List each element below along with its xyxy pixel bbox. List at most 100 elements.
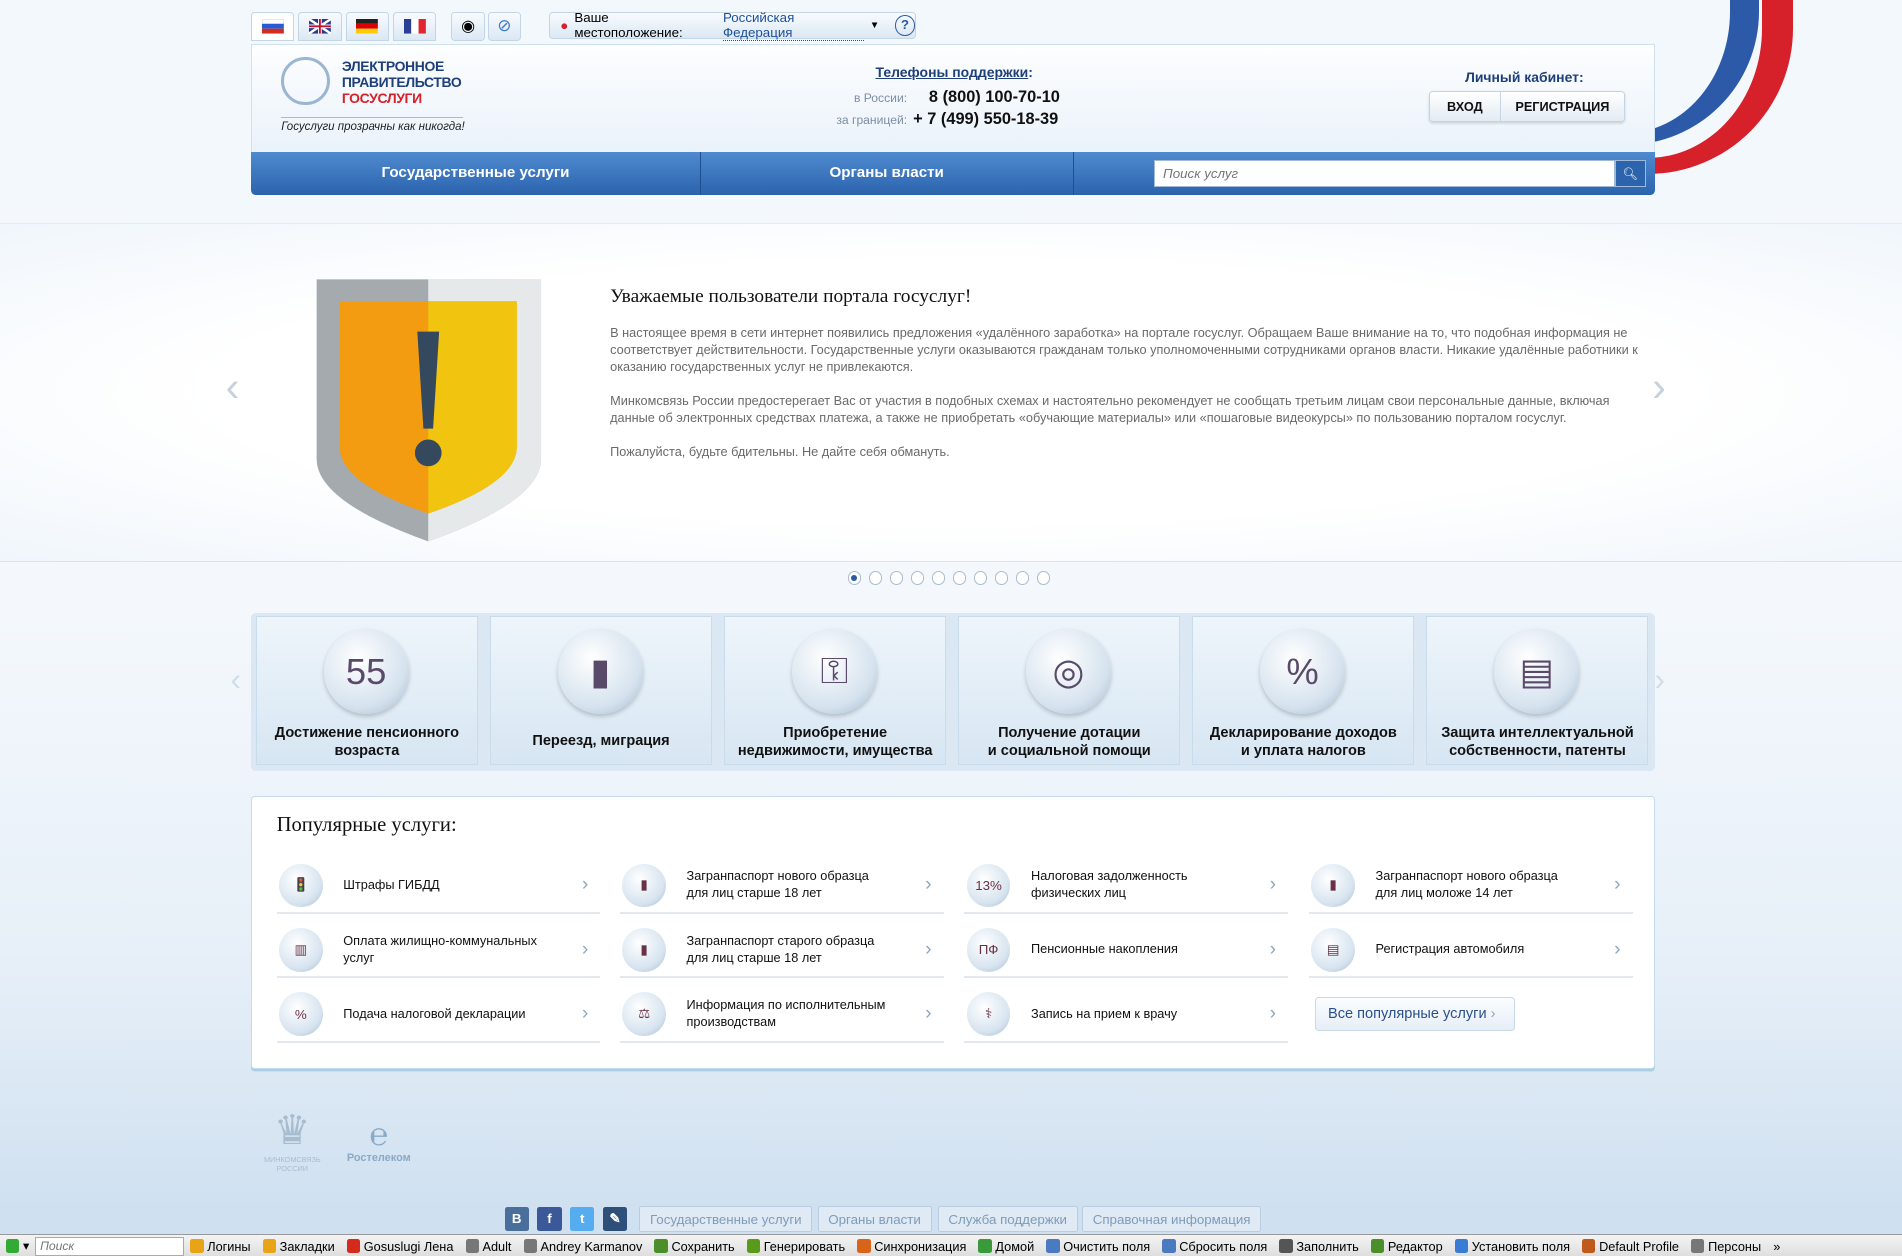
toolbar-item-icon	[1582, 1239, 1596, 1253]
popular-service-item[interactable]: % Подача налоговой декларации ›	[276, 990, 601, 1043]
popular-service-item[interactable]: ▥ Оплата жилищно-коммунальных услуг ›	[276, 926, 601, 979]
toolbar-item[interactable]: Установить поля	[1449, 1239, 1576, 1254]
footer-link-support[interactable]: Служба поддержки	[937, 1205, 1078, 1233]
category-tile[interactable]: ▤ Защита интеллектуальной собственности, …	[1426, 616, 1649, 766]
toolbar-item-icon	[346, 1239, 361, 1253]
livejournal-link[interactable]: ✎	[602, 1206, 628, 1232]
carousel-prev-button[interactable]: ‹	[226, 364, 240, 411]
toolbar-item[interactable]: Синхронизация	[851, 1239, 972, 1254]
toolbar-item[interactable]: Default Profile	[1576, 1239, 1685, 1254]
popular-service-item[interactable]: ▮ Загранпаспорт нового образца для лиц ст…	[619, 861, 944, 915]
toolbar-item[interactable]: Andrey Karmanov	[518, 1239, 649, 1254]
search-button[interactable]: 🔍︎	[1614, 160, 1647, 187]
footer-link-reference[interactable]: Справочная информация	[1081, 1205, 1262, 1233]
categories-prev-button[interactable]: ‹	[230, 661, 241, 698]
toolbar-item[interactable]: Сохранить	[648, 1239, 740, 1254]
toolbar-item-icon	[523, 1239, 537, 1253]
toolbar-item[interactable]: Gosuslugi Лена	[341, 1239, 460, 1254]
carousel-dot[interactable]	[931, 571, 946, 585]
location-dropdown[interactable]: Российская Федерация	[722, 10, 864, 41]
service-label: Налоговая задолженность физических лиц	[1031, 861, 1249, 910]
flag-ru-icon	[261, 19, 284, 34]
carousel-dot[interactable]	[952, 571, 967, 585]
eye-icon: ◉	[461, 18, 475, 36]
all-popular-services-button[interactable]: Все популярные услуги ›	[1314, 997, 1516, 1032]
service-icon: 🚦	[278, 863, 323, 908]
toolbar-item[interactable]: Сбросить поля	[1156, 1239, 1273, 1254]
popular-service-item[interactable]: 13% Налоговая задолженность физических ли…	[964, 861, 1289, 915]
popular-service-item[interactable]: ПФ Пенсионные накопления ›	[964, 926, 1289, 979]
service-label-line: Подача налоговой декларации	[343, 1005, 526, 1021]
popular-service-item[interactable]: 🚦 Штрафы ГИБДД ›	[276, 861, 601, 915]
carousel-dot[interactable]	[868, 571, 883, 585]
toolbar-item[interactable]: Очистить поля	[1040, 1239, 1156, 1254]
carousel-dot[interactable]	[1015, 571, 1030, 585]
accessibility-button[interactable]: ◉	[451, 12, 485, 41]
nav-authorities[interactable]: Органы власти	[700, 151, 1075, 196]
carousel-dot[interactable]	[889, 571, 904, 585]
toolbar-item[interactable]: Генерировать	[741, 1239, 851, 1254]
register-button[interactable]: РЕГИСТРАЦИЯ	[1501, 92, 1624, 121]
carousel-dot[interactable]	[994, 571, 1009, 585]
category-tile[interactable]: ▮ Переезд, миграция	[490, 616, 713, 766]
nav-state-services[interactable]: Государственные услуги	[251, 151, 701, 196]
category-icon: ▮	[557, 629, 643, 715]
rostelecom-text: Ростелеком	[346, 1152, 411, 1165]
location-label: Ваше местоположение:	[574, 10, 683, 41]
popular-service-item[interactable]: ▮ Загранпаспорт нового образца для лиц мо…	[1308, 861, 1633, 915]
category-tile[interactable]: % Декларирование доходов и уплата налогов	[1192, 616, 1415, 766]
lang-en-tab[interactable]	[298, 12, 342, 41]
support-link[interactable]: Телефоны поддержки	[876, 64, 1029, 80]
toolbar-item[interactable]: Домой	[972, 1239, 1040, 1254]
chevron-right-icon: ›	[925, 937, 932, 960]
toolbar-search-input[interactable]	[35, 1236, 185, 1256]
categories-next-button[interactable]: ›	[1655, 661, 1666, 698]
toolbar-item[interactable]: Заполнить	[1273, 1239, 1365, 1254]
login-button[interactable]: ВХОД	[1430, 91, 1502, 121]
twitter-link[interactable]: t	[570, 1206, 595, 1232]
vk-link[interactable]: В	[504, 1206, 529, 1232]
abroad-phone: + 7 (499) 550-18-39	[913, 110, 1059, 129]
category-tile[interactable]: ◎ Получение дотации и социальной помощи	[958, 616, 1181, 766]
help-button[interactable]: ?	[895, 15, 915, 36]
lang-ru-tab[interactable]	[251, 12, 295, 41]
carousel-dot[interactable]	[973, 571, 988, 585]
category-tile[interactable]: ⚿ Приобретение недвижимости, имущества	[724, 616, 947, 766]
category-label-line: Защита интеллектуальной	[1441, 724, 1634, 741]
service-label-line: Информация по исполнительным	[686, 997, 886, 1013]
colon: :	[1028, 64, 1033, 81]
carousel-dot[interactable]	[910, 571, 925, 585]
chevron-right-icon: ›	[1490, 1006, 1496, 1023]
toolbar-item[interactable]: Логины	[184, 1239, 256, 1254]
category-tile[interactable]: 55 Достижение пенсионного возраста	[255, 616, 478, 766]
popular-service-item[interactable]: ▮ Загранпаспорт старого образца для лиц с…	[619, 926, 944, 979]
service-label-line: для лиц старше 18 лет	[686, 885, 822, 901]
facebook-link[interactable]: f	[537, 1206, 562, 1232]
toolbar-menu-button[interactable]: ▾	[0, 1238, 35, 1254]
toolbar-item[interactable]: Adult	[459, 1239, 517, 1254]
carousel-dot[interactable]	[847, 571, 862, 585]
footer-link-services[interactable]: Государственные услуги	[639, 1205, 813, 1233]
service-label: Регистрация автомобиля	[1376, 926, 1594, 975]
toolbar-more-button[interactable]: »	[1767, 1239, 1786, 1254]
service-label-line: Штрафы ГИБДД	[343, 876, 440, 892]
lang-de-tab[interactable]	[345, 12, 389, 41]
chevron-right-icon: ›	[581, 873, 589, 896]
toolbar-item-icon	[190, 1239, 204, 1253]
page: ◉ ⊘ ● Ваше местоположение: Российская Фе…	[0, 0, 1902, 1256]
service-search-input[interactable]	[1153, 160, 1615, 187]
toolbar-item[interactable]: Редактор	[1365, 1239, 1449, 1254]
toolbar-item[interactable]: Закладки	[257, 1239, 341, 1254]
lang-fr-tab[interactable]	[393, 12, 437, 41]
gosuslugi-logo-icon	[281, 56, 330, 106]
carousel-next-button[interactable]: ›	[1652, 364, 1666, 411]
popular-service-item[interactable]: ⚖ Информация по исполнительным производст…	[619, 990, 944, 1043]
popular-service-item[interactable]: ▤ Регистрация автомобиля ›	[1308, 926, 1633, 979]
carousel-dot[interactable]	[1036, 571, 1051, 585]
footer-link-authorities[interactable]: Органы власти	[817, 1205, 932, 1233]
toolbar-item[interactable]: Персоны	[1685, 1239, 1767, 1254]
category-label-line: Достижение пенсионного	[274, 724, 460, 741]
navigator-button[interactable]: ⊘	[487, 12, 522, 41]
russia-phone: 8 (800) 100-70-10	[928, 88, 1060, 107]
popular-service-item[interactable]: ⚕ Запись на прием к врачу ›	[964, 990, 1289, 1043]
